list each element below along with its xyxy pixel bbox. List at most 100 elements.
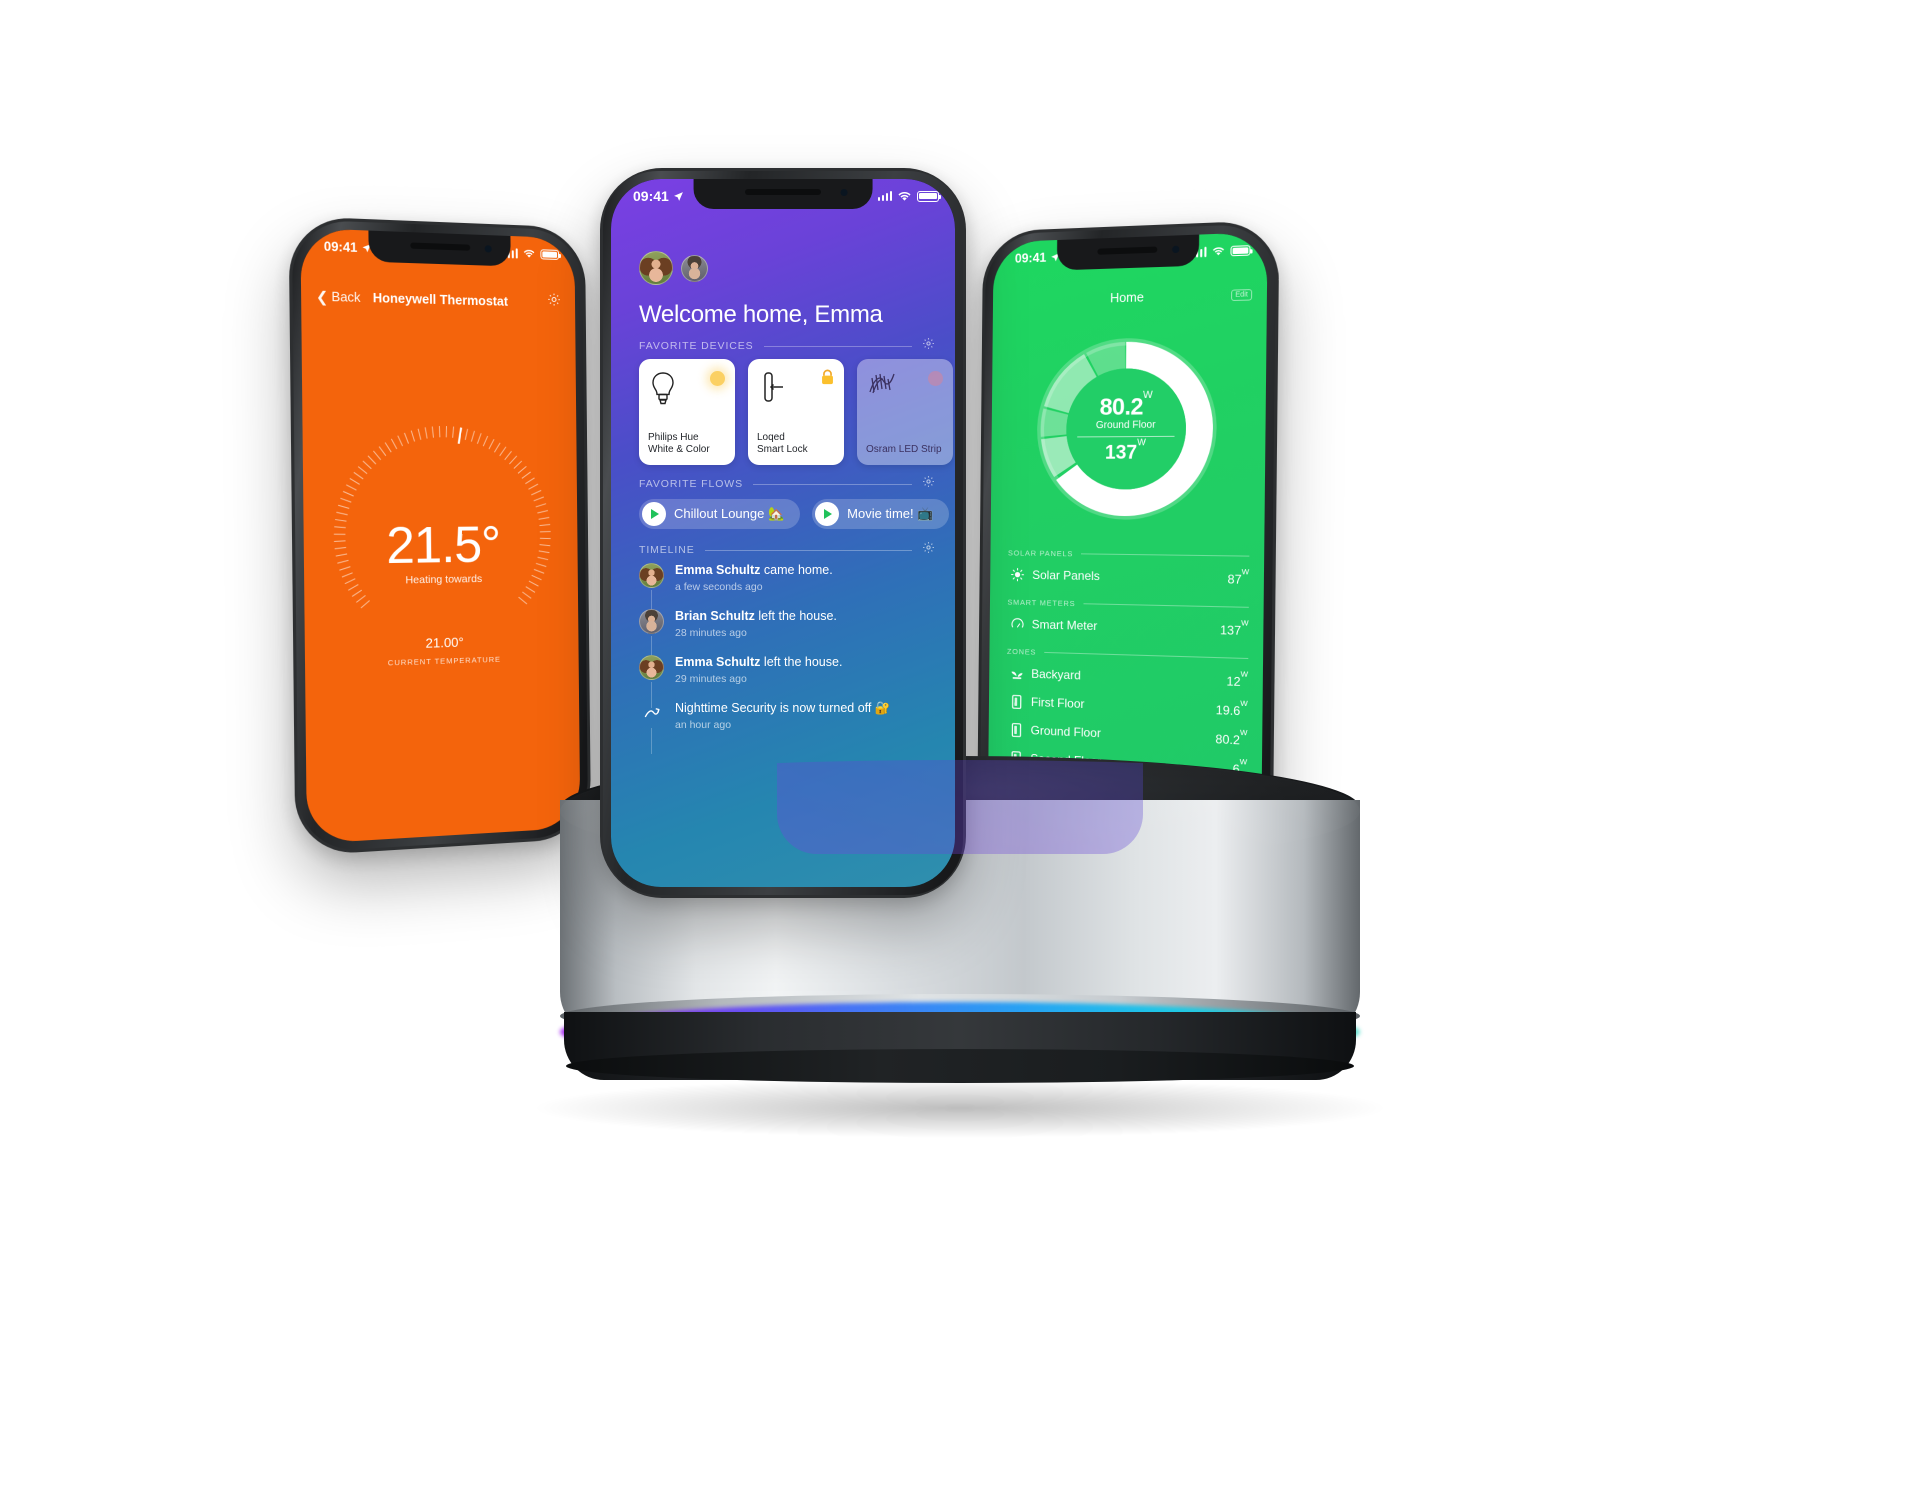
wifi-icon (523, 249, 535, 258)
dial-tick (357, 465, 368, 475)
battery-full-icon (917, 190, 941, 202)
energy-row-value: 87W (1227, 566, 1250, 587)
section-label: FAVORITE FLOWS (639, 478, 743, 490)
section-rule (753, 483, 912, 485)
device-card-osram-led-strip[interactable]: Osram LED Strip (857, 359, 953, 465)
flow-chillout-lounge[interactable]: Chillout Lounge 🏡 (639, 499, 801, 529)
device-card-loqed-lock[interactable]: Loqed Smart Lock (748, 359, 844, 465)
device-name-line2: Smart Lock (757, 443, 808, 455)
dial-tick (535, 503, 547, 508)
avatar-emma[interactable] (639, 251, 673, 285)
dial-tick (537, 510, 549, 514)
floor-icon (1006, 693, 1026, 709)
gear-icon[interactable] (922, 541, 935, 559)
timeline-action: left the house. (760, 655, 843, 669)
dial-tick (340, 497, 352, 503)
energy-row[interactable]: Solar Panels 87W (1008, 560, 1250, 593)
thermostat-navbar: ❮ Back Honeywell Thermostat (301, 282, 575, 316)
cellular-bars-icon (877, 191, 892, 201)
status-time: 09:41 (1014, 250, 1047, 266)
front-camera (1171, 245, 1180, 254)
timeline-connector (651, 728, 652, 754)
energy-row-name: Smart Meter (1031, 617, 1098, 634)
dial-tick (521, 471, 532, 480)
gauge-divider (1077, 435, 1175, 438)
flow-movie-time[interactable]: Movie time! 📺 (812, 499, 950, 529)
timeline-item[interactable]: Emma Schultz came home. a few seconds ago (639, 563, 933, 616)
gauge-total-unit: W (1137, 436, 1146, 448)
section-favorite-devices: FAVORITE DEVICES (639, 337, 935, 355)
phone-center-screen: 09:41 Welcome home, Emma FAVORITE DEVICE… (611, 179, 955, 887)
dial-tick (373, 450, 382, 461)
yellow-dot-icon (710, 371, 725, 386)
battery-full-icon (540, 249, 560, 260)
dial-tick (452, 426, 455, 438)
timeline-actor: Emma Schultz (675, 655, 761, 669)
dial-tick (338, 504, 350, 509)
wifi-icon (898, 191, 911, 201)
timeline-message: Emma Schultz left the house. (675, 655, 842, 670)
energy-row-name: Backyard (1031, 666, 1081, 683)
section-label: TIMELINE (639, 544, 695, 556)
dial-tick (390, 438, 398, 450)
dial-tick (525, 477, 535, 485)
edit-button[interactable]: Edit (1230, 288, 1253, 302)
section-favorite-flows: FAVORITE FLOWS (639, 475, 935, 493)
dial-tick (476, 433, 482, 444)
gauge-icon (1007, 616, 1027, 632)
speaker-grille (410, 242, 471, 251)
status-right (1191, 245, 1251, 258)
back-button[interactable]: ❮ Back (316, 288, 361, 305)
timeline-text-block: Emma Schultz came home. a few seconds ago (675, 563, 833, 593)
dial-tick (424, 427, 428, 439)
gauge-total-value: 137W (1065, 437, 1187, 465)
status-right (877, 190, 941, 202)
dial-tick (384, 442, 392, 453)
dial-tick (336, 511, 348, 516)
section-rule (704, 549, 912, 551)
current-temperature-label: CURRENT TEMPERATURE (387, 654, 501, 668)
device-card-philips-hue[interactable]: Philips Hue White & Color (639, 359, 735, 465)
dial-tick (513, 460, 523, 470)
dial-tick (349, 477, 361, 485)
led-strip-icon (869, 373, 895, 394)
wifi-icon (1212, 247, 1225, 256)
device-card-label: Osram LED Strip (866, 443, 942, 455)
timeline-item[interactable]: Brian Schultz left the house. 28 minutes … (639, 609, 933, 662)
favorite-flows-list: Chillout Lounge 🏡 Movie time! 📺 (639, 499, 955, 529)
target-temperature: 21.5° (385, 515, 501, 575)
timeline-item[interactable]: Emma Schultz left the house. 29 minutes a… (639, 655, 933, 708)
gauge-primary-label: Ground Floor (1095, 419, 1156, 432)
dial-tick (431, 426, 435, 438)
dial-tick (509, 455, 518, 465)
gear-icon[interactable] (547, 292, 562, 313)
section-rule (763, 345, 912, 347)
back-label: Back (331, 289, 361, 305)
timeline-message: Brian Schultz left the house. (675, 609, 837, 624)
energy-row-name: Solar Panels (1032, 567, 1100, 584)
dial-tick (464, 428, 469, 441)
gear-icon[interactable] (922, 475, 935, 493)
status-time: 09:41 (633, 188, 669, 204)
dial-tick (470, 430, 476, 442)
energy-row[interactable]: Smart Meter 137W (1007, 610, 1249, 645)
status-left: 09:41 (633, 188, 684, 204)
phone-center-home: 09:41 Welcome home, Emma FAVORITE DEVICE… (600, 168, 966, 898)
gear-icon[interactable] (922, 337, 935, 355)
flow-label: Chillout Lounge 🏡 (674, 506, 785, 521)
avatar-brian[interactable] (681, 255, 708, 282)
dial-tick (488, 438, 495, 450)
dial-tick (499, 446, 507, 457)
battery-full-icon (1230, 245, 1251, 257)
timeline-item[interactable]: Nighttime Security is now turned off 🔐 an… (639, 701, 933, 754)
energy-app: 09:41 Home Edit 80.2W Ground Floor 137W … (987, 231, 1268, 848)
timeline-message: Emma Schultz came home. (675, 563, 833, 578)
timeline-list: Emma Schultz came home. a few seconds ago… (639, 563, 933, 754)
play-icon (815, 502, 840, 526)
energy-group-label: ZONES (1006, 646, 1037, 657)
page-title: Home (1109, 290, 1144, 306)
dial-tick (342, 490, 354, 497)
timeline-action: Nighttime Security is now turned off 🔐 (675, 701, 891, 715)
device-name-line1: Philips Hue (648, 431, 699, 443)
device-name-line2: White & Color (648, 443, 710, 455)
